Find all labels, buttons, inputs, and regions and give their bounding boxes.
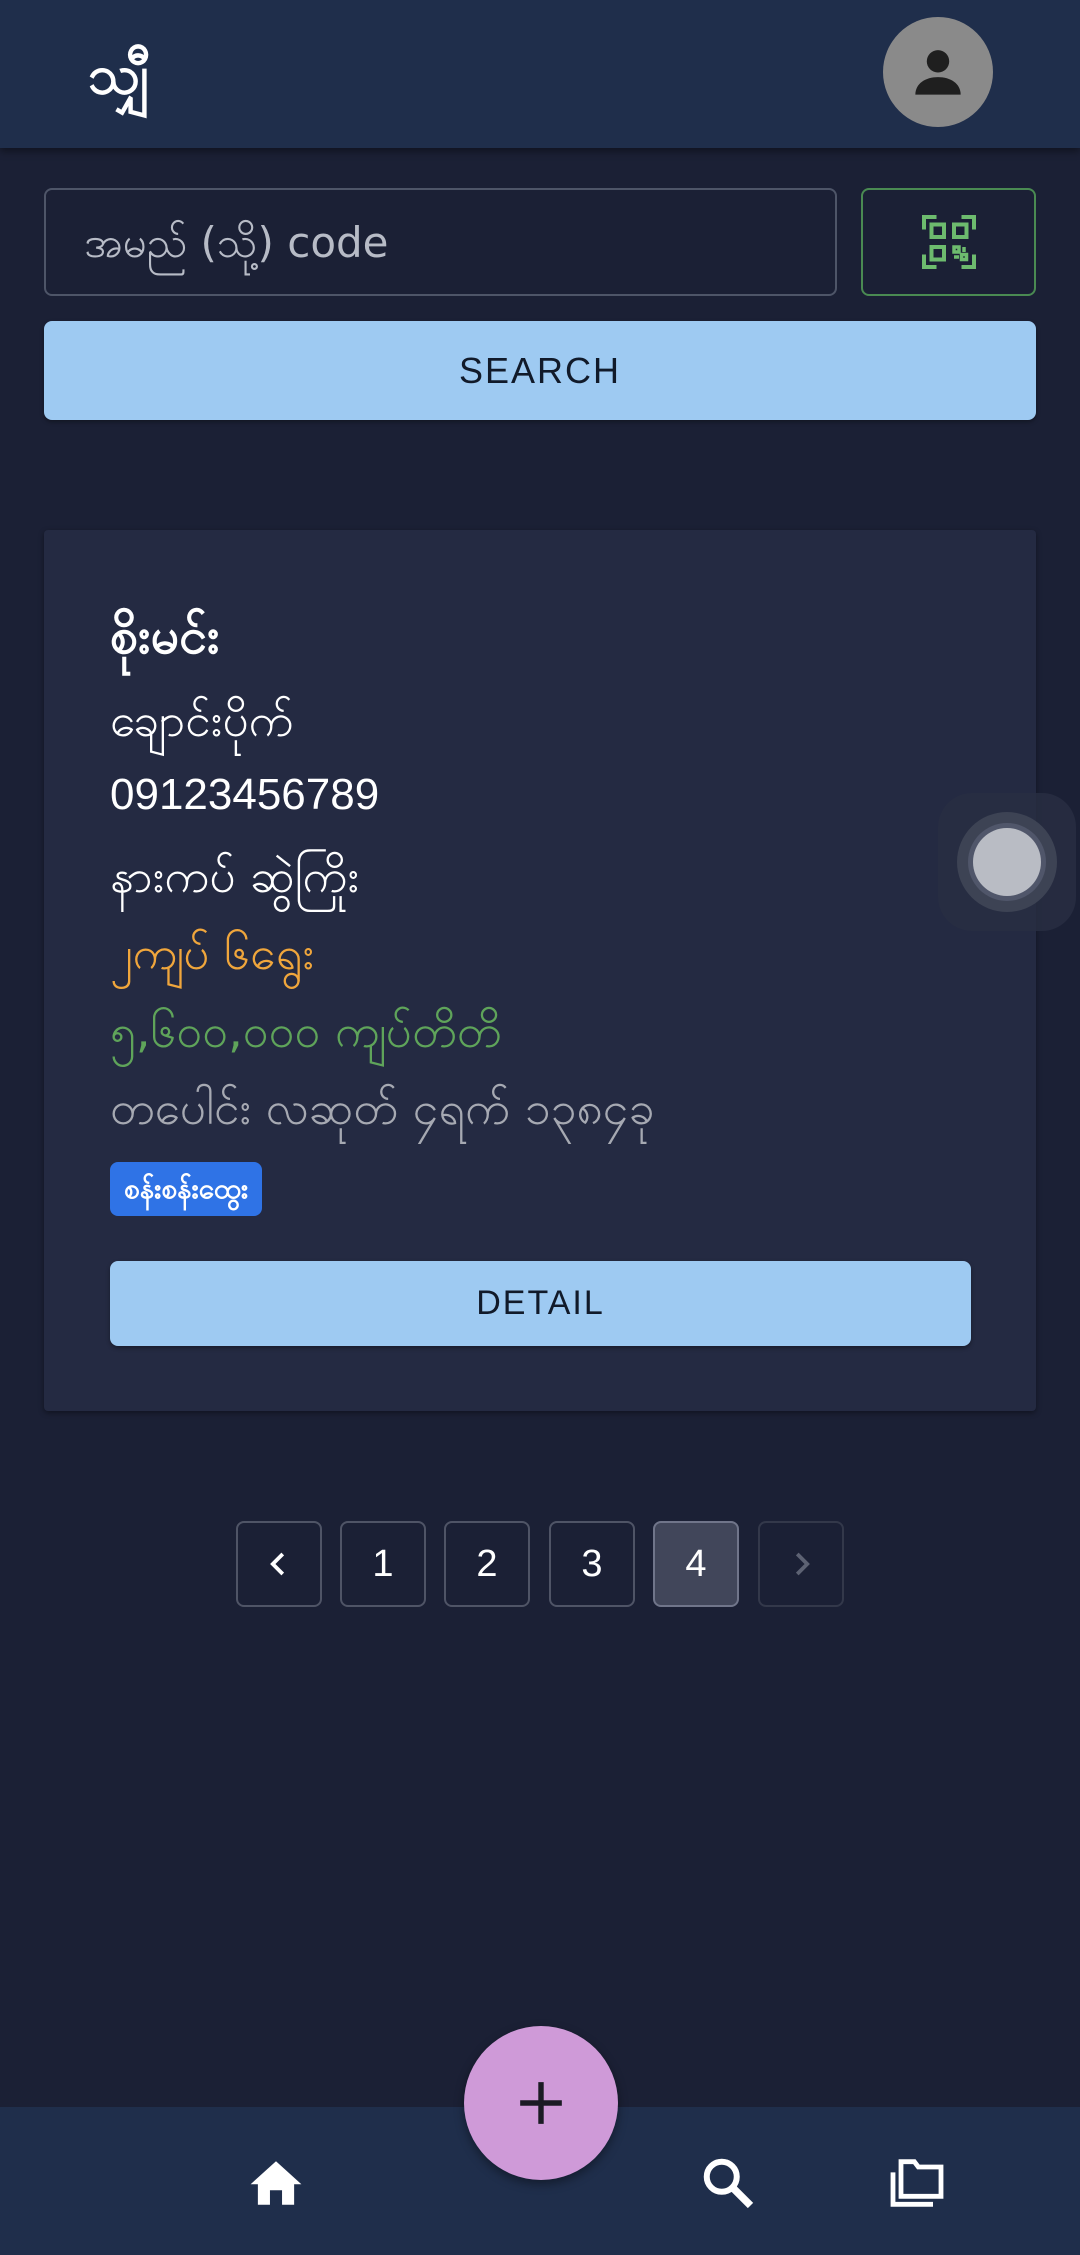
item-description: နားကပ် ဆွဲကြိုး	[110, 849, 360, 903]
customer-township: ချောင်းပိုက်	[110, 693, 294, 747]
search-icon	[703, 2158, 754, 2209]
add-fab-button[interactable]	[464, 2026, 618, 2180]
floating-assistive-button[interactable]	[938, 793, 1076, 931]
record-card: စိုးမင်း ချောင်းပိုက် 09123456789 နားကပ်…	[44, 530, 1036, 1411]
status-badge: စန်းစန်းထွေး	[110, 1162, 263, 1216]
app-title: သျှီ	[88, 43, 151, 106]
folder-icon	[890, 2159, 944, 2207]
nav-folders[interactable]	[877, 2143, 957, 2223]
profile-avatar[interactable]	[883, 17, 993, 127]
item-weight: ၂ကျပ် ၆ရွေး	[110, 926, 315, 980]
record-date: တပေါင်း လဆုတ် ၄ရက် ၁၃၈၄ခု	[110, 1081, 655, 1135]
search-input[interactable]	[44, 188, 837, 296]
chevron-left-icon	[270, 1552, 285, 1576]
pagination-prev-button[interactable]	[236, 1521, 322, 1607]
nav-home[interactable]	[236, 2143, 316, 2223]
detail-button[interactable]: DETAIL	[110, 1261, 971, 1346]
pagination-page-1[interactable]: 1	[340, 1521, 426, 1607]
nav-search[interactable]	[688, 2143, 768, 2223]
home-icon	[250, 2161, 302, 2205]
chevron-right-icon	[795, 1552, 810, 1576]
item-price: ၅,၆၀၀,၀၀၀ ကျပ်တိတိ	[110, 1004, 502, 1058]
pagination-page-3[interactable]: 3	[549, 1521, 635, 1607]
qr-scan-button[interactable]	[861, 188, 1036, 296]
pagination-page-2[interactable]: 2	[444, 1521, 530, 1607]
customer-phone: 09123456789	[110, 770, 380, 819]
person-icon	[915, 50, 961, 95]
search-button[interactable]: SEARCH	[44, 321, 1036, 420]
customer-name: စိုးမင်း	[110, 607, 220, 665]
pagination-page-4[interactable]: 4	[653, 1521, 739, 1607]
plus-icon	[520, 2082, 562, 2124]
assistive-dot	[973, 828, 1041, 896]
app-bar: သျှီ	[0, 0, 1080, 148]
qr-scan-icon	[921, 215, 976, 269]
pagination-next-button[interactable]	[758, 1521, 844, 1607]
